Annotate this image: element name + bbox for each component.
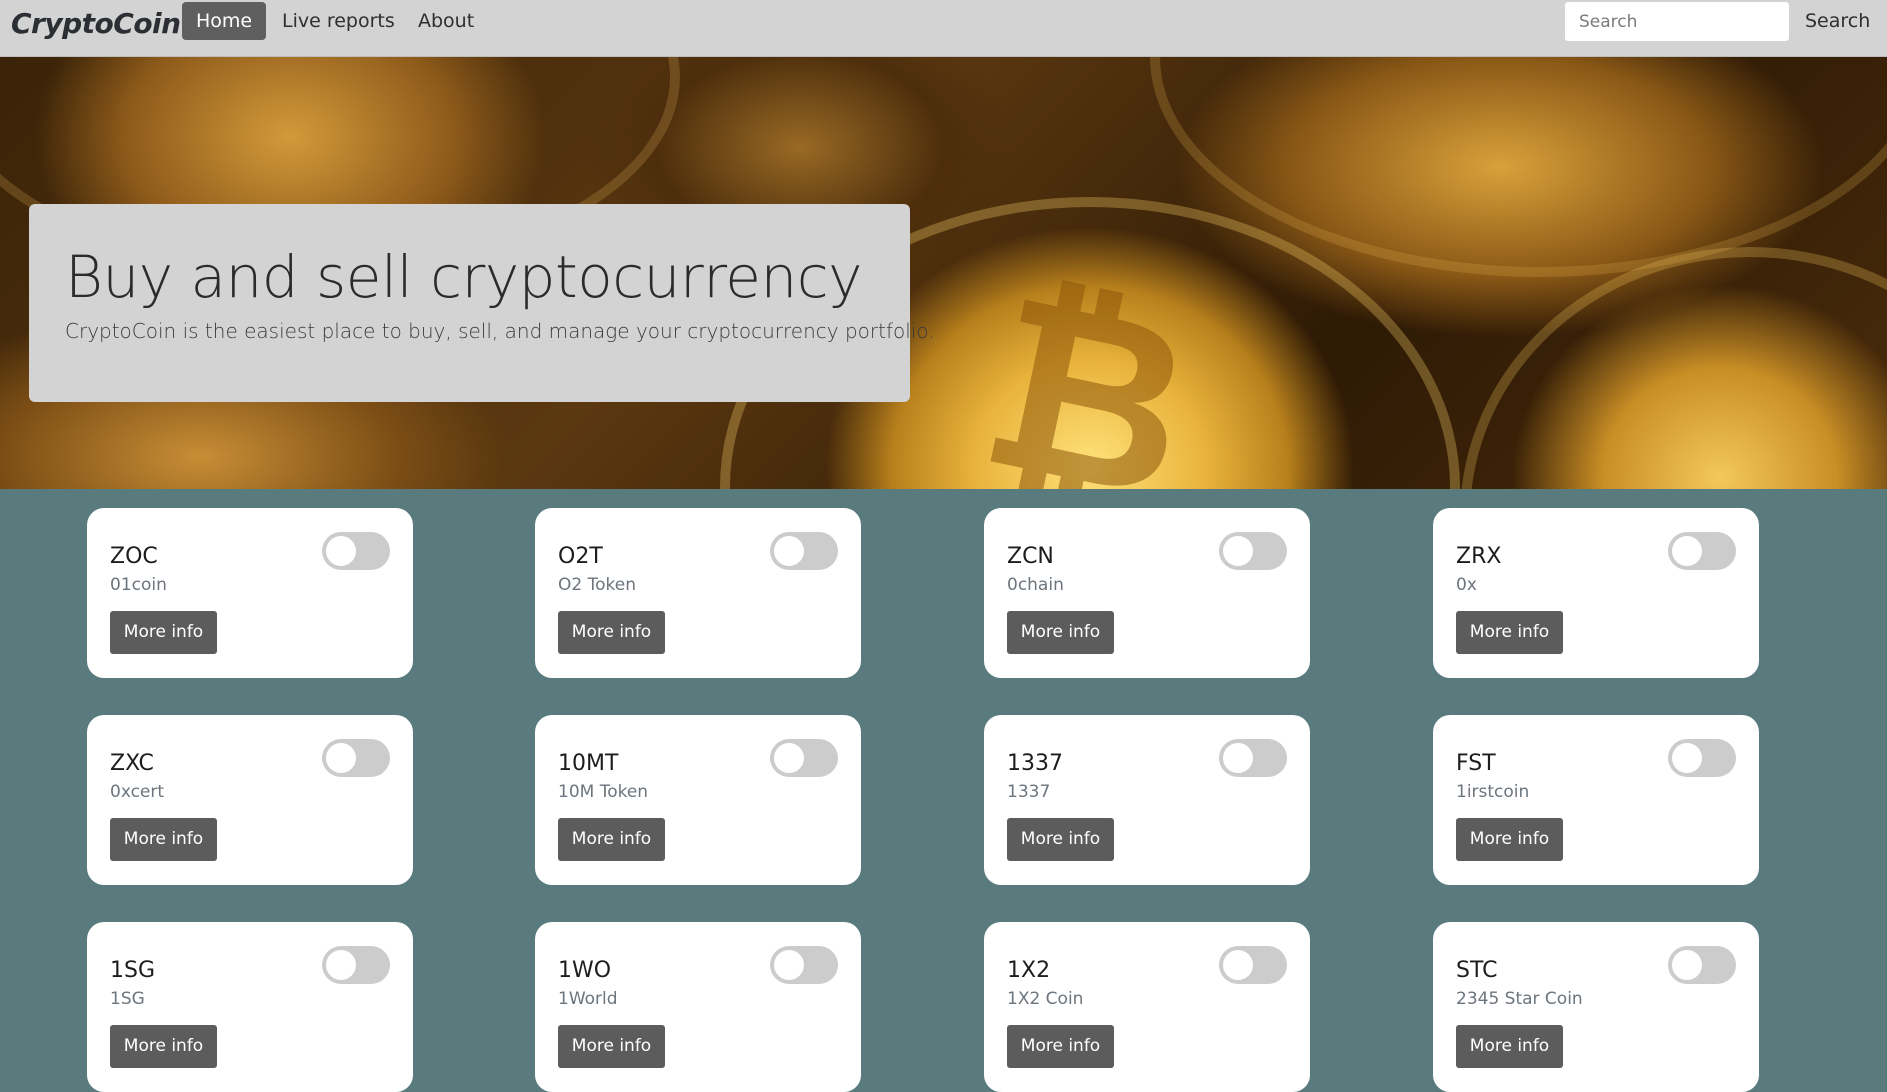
coin-symbol: 1WO xyxy=(558,958,612,983)
more-info-button[interactable]: More info xyxy=(1007,818,1114,861)
more-info-button[interactable]: More info xyxy=(1007,1025,1114,1068)
nav-live-reports-link[interactable]: Live reports xyxy=(268,2,409,40)
coin-symbol: 1X2 xyxy=(1007,958,1051,983)
more-info-button[interactable]: More info xyxy=(1007,611,1114,654)
more-info-button[interactable]: More info xyxy=(1456,611,1563,654)
nav-about-link[interactable]: About xyxy=(404,2,488,40)
toggle-knob xyxy=(774,536,804,566)
coin-toggle-switch[interactable] xyxy=(322,532,390,570)
nav-home-link[interactable]: Home xyxy=(182,2,267,40)
hero-banner: ₿ Buy and sell cryptocurrency CryptoCoin… xyxy=(0,57,1887,489)
coin-card: O2T O2 Token More info xyxy=(535,508,861,678)
coin-symbol: 1SG xyxy=(110,958,156,983)
coin-card: 1337 1337 More info xyxy=(984,715,1310,885)
toggle-knob xyxy=(1672,536,1702,566)
brand-logo[interactable]: CryptoCoin xyxy=(11,6,181,42)
coin-name: 2345 Star Coin xyxy=(1456,989,1583,1009)
coin-toggle-switch[interactable] xyxy=(1668,946,1736,984)
coin-name: O2 Token xyxy=(558,575,636,595)
coin-toggle-switch[interactable] xyxy=(1219,532,1287,570)
coin-symbol: ZCN xyxy=(1007,544,1054,569)
coin-toggle-switch[interactable] xyxy=(1668,739,1736,777)
coin-name: 01coin xyxy=(110,575,167,595)
hero-subtitle: CryptoCoin is the easiest place to buy, … xyxy=(65,319,935,343)
coin-symbol: ZXC xyxy=(110,751,154,776)
coin-toggle-switch[interactable] xyxy=(322,739,390,777)
coin-card: 10MT 10M Token More info xyxy=(535,715,861,885)
toggle-knob xyxy=(774,743,804,773)
more-info-button[interactable]: More info xyxy=(110,611,217,654)
coin-toggle-switch[interactable] xyxy=(1219,946,1287,984)
coin-symbol: FST xyxy=(1456,751,1496,776)
coin-symbol: STC xyxy=(1456,958,1498,983)
hero-jumbotron: Buy and sell cryptocurrency CryptoCoin i… xyxy=(29,204,935,402)
coin-card: STC 2345 Star Coin More info xyxy=(1433,922,1759,1092)
more-info-button[interactable]: More info xyxy=(558,1025,665,1068)
more-info-button[interactable]: More info xyxy=(110,818,217,861)
coin-name: 1SG xyxy=(110,989,145,1009)
coin-image xyxy=(1460,247,1887,489)
hero-title: Buy and sell cryptocurrency xyxy=(65,243,862,311)
coin-toggle-switch[interactable] xyxy=(770,739,838,777)
more-info-button[interactable]: More info xyxy=(110,1025,217,1068)
toggle-knob xyxy=(1223,536,1253,566)
navbar: CryptoCoin Home Live reports About Searc… xyxy=(0,0,1887,57)
more-info-button[interactable]: More info xyxy=(558,818,665,861)
coin-toggle-switch[interactable] xyxy=(322,946,390,984)
coin-symbol: 10MT xyxy=(558,751,619,776)
coin-name: 1irstcoin xyxy=(1456,782,1530,802)
toggle-knob xyxy=(1672,950,1702,980)
coin-toggle-switch[interactable] xyxy=(770,946,838,984)
more-info-button[interactable]: More info xyxy=(558,611,665,654)
coin-card: ZXC 0xcert More info xyxy=(87,715,413,885)
coin-toggle-switch[interactable] xyxy=(770,532,838,570)
coin-card-grid: ZOC 01coin More info O2T O2 Token More i… xyxy=(0,489,1887,1092)
coin-card: ZCN 0chain More info xyxy=(984,508,1310,678)
coin-symbol: O2T xyxy=(558,544,603,569)
coin-name: 1World xyxy=(558,989,618,1009)
coin-card: FST 1irstcoin More info xyxy=(1433,715,1759,885)
coin-card: ZRX 0x More info xyxy=(1433,508,1759,678)
coin-symbol: ZOC xyxy=(110,544,158,569)
coin-card: 1WO 1World More info xyxy=(535,922,861,1092)
coin-toggle-switch[interactable] xyxy=(1668,532,1736,570)
coin-toggle-switch[interactable] xyxy=(1219,739,1287,777)
coin-name: 1337 xyxy=(1007,782,1051,802)
coin-name: 10M Token xyxy=(558,782,649,802)
more-info-button[interactable]: More info xyxy=(1456,1025,1563,1068)
search-input[interactable] xyxy=(1564,1,1790,42)
toggle-knob xyxy=(1223,743,1253,773)
coin-card: 1SG 1SG More info xyxy=(87,922,413,1092)
coin-symbol: ZRX xyxy=(1456,544,1502,569)
coin-name: 0xcert xyxy=(110,782,165,802)
more-info-button[interactable]: More info xyxy=(1456,818,1563,861)
coin-symbol: 1337 xyxy=(1007,751,1063,776)
coin-name: 0x xyxy=(1456,575,1477,595)
toggle-knob xyxy=(326,743,356,773)
coin-card: 1X2 1X2 Coin More info xyxy=(984,922,1310,1092)
coin-card: ZOC 01coin More info xyxy=(87,508,413,678)
coin-name: 1X2 Coin xyxy=(1007,989,1084,1009)
toggle-knob xyxy=(326,950,356,980)
toggle-knob xyxy=(326,536,356,566)
search-button[interactable]: Search xyxy=(1795,2,1880,40)
toggle-knob xyxy=(1223,950,1253,980)
toggle-knob xyxy=(774,950,804,980)
coin-name: 0chain xyxy=(1007,575,1064,595)
toggle-knob xyxy=(1672,743,1702,773)
